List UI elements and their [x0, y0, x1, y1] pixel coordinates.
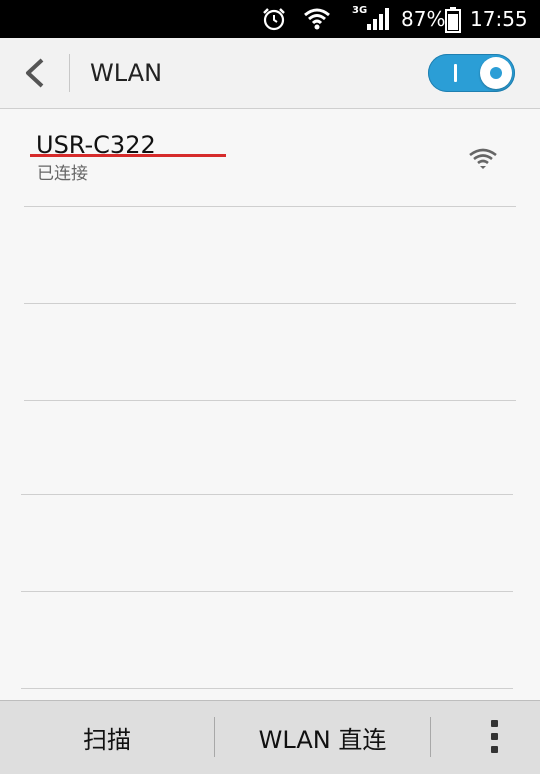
clock-time: 17:55 [470, 7, 528, 31]
toggle-knob-dot [490, 67, 502, 79]
list-divider [24, 303, 516, 304]
red-underline-annotation [30, 154, 226, 157]
action-bar-divider [69, 54, 70, 92]
signal-icon [367, 8, 389, 30]
list-divider [21, 688, 513, 689]
battery-icon [445, 7, 461, 33]
network-type-label: 3G [352, 5, 368, 16]
bottom-action-bar: 扫描 WLAN 直连 [0, 700, 540, 774]
overflow-menu-icon[interactable] [470, 701, 520, 774]
toggle-on-indicator [454, 64, 457, 82]
list-divider [21, 494, 513, 495]
back-arrow-icon[interactable] [18, 54, 54, 92]
action-bar: WLAN [0, 38, 540, 109]
toggle-knob [480, 57, 512, 89]
list-divider [24, 206, 516, 207]
battery-percentage: 87% [401, 7, 446, 31]
bottom-bar-separator [430, 717, 431, 757]
scan-button[interactable]: 扫描 [0, 701, 214, 774]
network-connection-status: 已连接 [37, 164, 88, 184]
wlan-toggle-switch[interactable] [428, 54, 515, 92]
page-title: WLAN [90, 59, 163, 87]
list-divider [24, 400, 516, 401]
wifi-signal-icon [469, 148, 497, 169]
list-divider [21, 591, 513, 592]
wifi-icon [304, 8, 330, 30]
network-list: USR-C322 已连接 [0, 109, 540, 699]
network-list-item[interactable]: USR-C322 已连接 [0, 109, 540, 206]
alarm-icon [263, 8, 285, 31]
status-bar: 3G 87% 17:55 [0, 0, 540, 38]
wlan-direct-button[interactable]: WLAN 直连 [215, 701, 430, 774]
